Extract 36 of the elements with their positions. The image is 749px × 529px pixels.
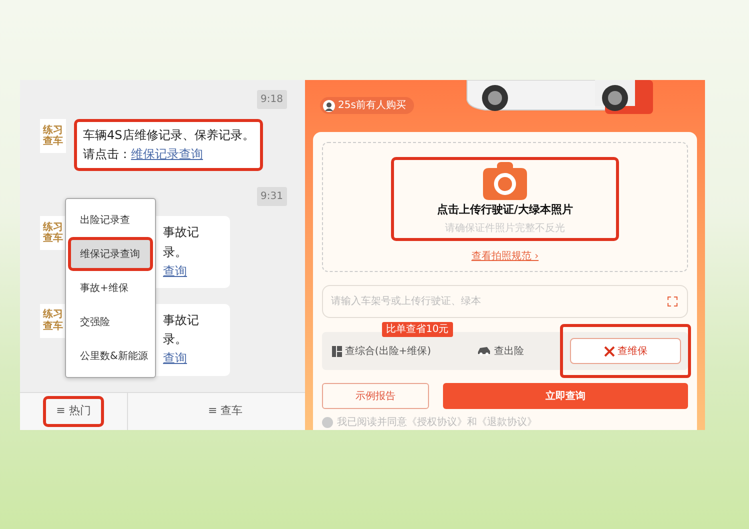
agreement-text: 我已阅读并同意《授权协议》和《退款协议》 — [337, 416, 537, 430]
option-label: 查维保 — [618, 344, 648, 358]
menu-item[interactable]: 事故+维保 — [68, 271, 153, 305]
avatar-icon — [323, 100, 335, 112]
message-link[interactable]: 维保记录查询 — [131, 147, 203, 162]
message-text: 车辆4S店维修记录、保养记录。 — [83, 127, 254, 144]
discount-badge: 比单查省10元 — [382, 322, 453, 337]
camera-icon — [483, 162, 527, 200]
query-now-button[interactable]: 立即查询 — [443, 383, 688, 409]
crashed-car-icon — [477, 346, 491, 356]
report-icon — [332, 346, 342, 356]
query-option[interactable]: 查维保 — [570, 338, 681, 364]
sender-logo: 练习查车 — [40, 304, 66, 338]
menu-item[interactable]: 维保记录查询 — [68, 237, 153, 271]
recent-buyer-text: 25s前有人购买 — [338, 99, 406, 113]
option-label: 查综合(出险+维保) — [344, 344, 432, 358]
message-text: 事故记录。 — [163, 312, 200, 348]
message-link[interactable]: 查询 — [163, 351, 187, 366]
message-time: 9:18 — [256, 90, 287, 109]
menu-item[interactable]: 交强险 — [68, 305, 153, 339]
bottom-tab[interactable]: ≡ 查车 — [198, 399, 253, 424]
option-label: 查出险 — [494, 344, 524, 358]
upload-title: 点击上传行驶证/大绿本照片 — [436, 202, 574, 218]
menu-item[interactable]: 公里数&新能源 — [68, 339, 153, 373]
vin-input-field[interactable]: 请输入车架号或上传行驶证、绿本 — [322, 285, 688, 318]
message-prompt: 请点击： — [83, 147, 131, 162]
scan-icon[interactable] — [667, 296, 678, 307]
message-time: 9:31 — [256, 187, 287, 206]
sample-report-button[interactable]: 示例报告 — [322, 383, 429, 409]
bottom-tab[interactable]: ≡ 热门 — [43, 396, 104, 426]
sender-logo: 练习查车 — [40, 119, 66, 153]
message-text: 事故记录。 — [163, 224, 200, 261]
message-link[interactable]: 查询 — [163, 264, 187, 278]
agreement-checkbox[interactable] — [322, 417, 333, 428]
sender-logo: 练习查车 — [40, 216, 66, 250]
menu-item[interactable]: 出险记录查 — [68, 203, 153, 237]
